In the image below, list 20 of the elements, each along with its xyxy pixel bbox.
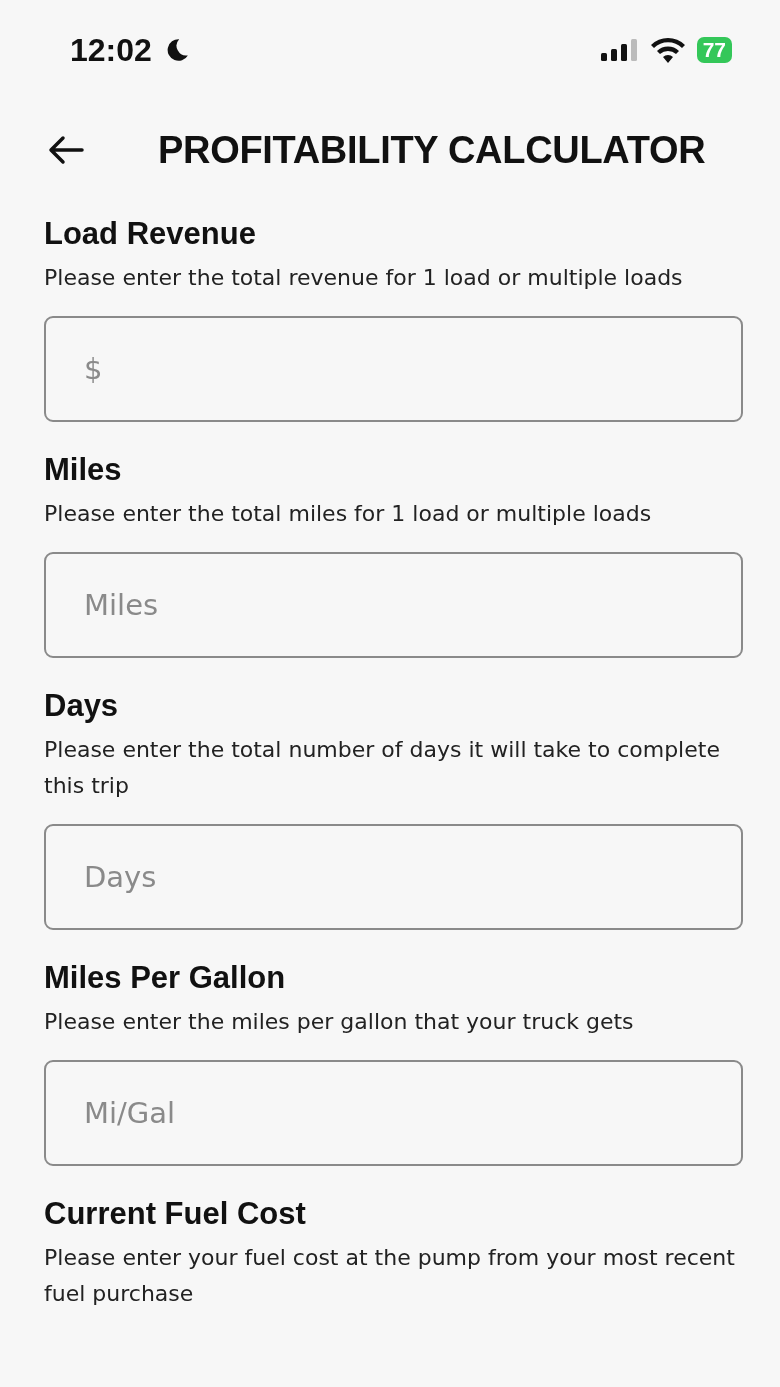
back-arrow-icon[interactable] [48,135,84,165]
signal-icon [600,39,639,61]
field-hint: Please enter your fuel cost at the pump from your most recent fuel purchase [44,1244,736,1308]
field-hint: Please enter the total miles for 1 load or multiple loads [44,500,653,528]
wifi-icon [650,37,685,63]
input-field[interactable]: Mi/Gal [44,1060,743,1166]
field-label: Days [44,688,120,724]
status-time: 12:02 [70,31,152,69]
field-label: Miles Per Gallon [44,960,287,996]
field-label: Load Revenue [44,216,257,252]
field-hint: Please enter the miles per gallon that your truck gets [44,1008,635,1036]
field-hint: Please enter the total revenue for 1 load or multiple loads [44,264,684,292]
input-field[interactable]: $ [44,316,743,422]
field-label: Current Fuel Cost [44,1196,307,1232]
page-title: PROFITABILITY CALCULATOR [158,128,706,172]
battery-level: 77 [696,37,732,63]
input-field[interactable]: Days [44,824,743,930]
field-label: Miles [44,452,123,488]
input-field[interactable]: Miles [44,552,743,658]
field-hint: Please enter the total number of days it will take to complete this trip [44,736,721,800]
